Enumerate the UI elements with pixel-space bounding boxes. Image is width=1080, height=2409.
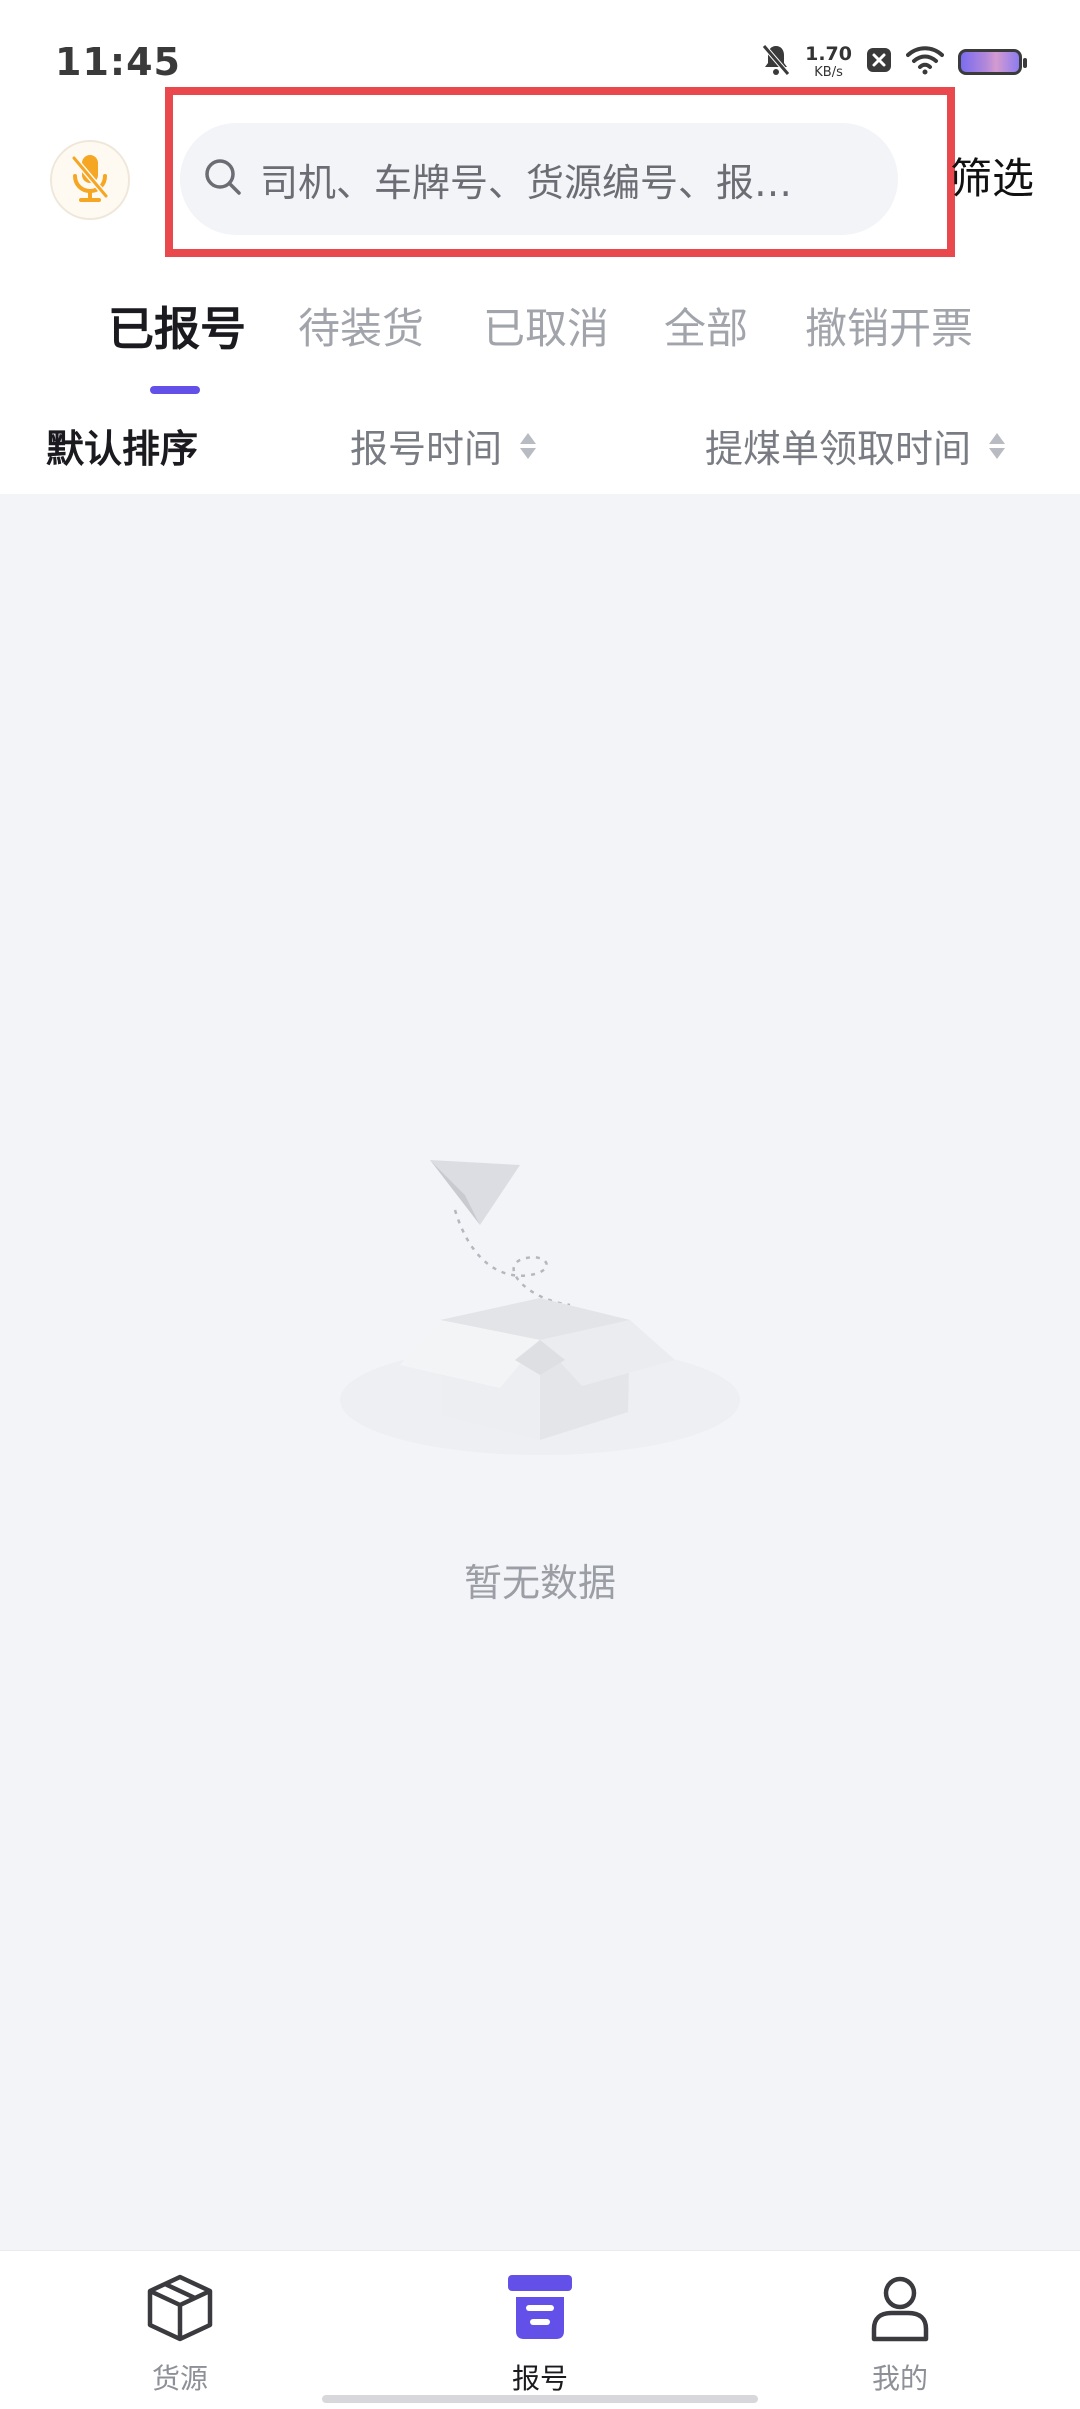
bottom-navigation: 货源 报号 我的 [0, 2250, 1080, 2409]
filter-button[interactable]: 筛选 [950, 145, 1034, 206]
status-time: 11:45 [55, 40, 181, 84]
user-icon [864, 2273, 936, 2347]
tab-cancelled[interactable]: 已取消 [483, 295, 609, 356]
nav-label-report: 报号 [511, 2362, 568, 2395]
report-icon [504, 2273, 576, 2347]
bell-muted-icon [761, 43, 791, 81]
tab-reported[interactable]: 已报号 [108, 293, 246, 359]
home-indicator[interactable] [322, 2395, 758, 2403]
empty-state-text: 暂无数据 [463, 1561, 616, 1605]
sort-arrows-icon [520, 432, 537, 459]
speed-value: 1.70 [805, 43, 852, 65]
tab-revoke-invoice[interactable]: 撤销开票 [805, 295, 973, 356]
status-tabs: 已报号 待装货 已取消 全部 撤销开票 [0, 295, 1080, 385]
status-icons: 1.70 KB/s [761, 42, 1027, 82]
speed-unit: KB/s [814, 65, 843, 80]
nav-item-cargo[interactable]: 货源 [100, 2273, 260, 2397]
sort-report-time[interactable]: 报号时间 [350, 418, 537, 473]
tab-all[interactable]: 全部 [664, 295, 748, 356]
nav-item-mine[interactable]: 我的 [820, 2273, 980, 2397]
close-box-icon [866, 47, 892, 77]
mic-muted-icon [68, 152, 112, 208]
network-speed: 1.70 KB/s [805, 43, 852, 80]
sort-pickup-time[interactable]: 提煤单领取时间 [705, 418, 1006, 473]
sort-default-label: 默认排序 [46, 427, 199, 471]
nav-label-cargo: 货源 [151, 2362, 208, 2395]
sort-pickup-time-label: 提煤单领取时间 [705, 427, 972, 471]
nav-label-mine: 我的 [871, 2362, 928, 2395]
sort-default[interactable]: 默认排序 [46, 418, 198, 473]
tab-pending-loading[interactable]: 待装货 [298, 295, 424, 356]
active-tab-indicator [150, 386, 200, 394]
battery-icon [958, 49, 1027, 75]
sort-bar: 默认排序 报号时间 提煤单领取时间 [0, 418, 1080, 478]
wifi-icon [906, 45, 944, 79]
search-highlight-frame [165, 87, 955, 257]
nav-item-report[interactable]: 报号 [460, 2273, 620, 2397]
voice-input-button[interactable] [50, 140, 130, 220]
sort-arrows-icon [989, 432, 1006, 459]
box-icon [144, 2273, 216, 2347]
empty-box-paper-plane-icon [330, 1150, 750, 1480]
sort-report-time-label: 报号时间 [350, 427, 503, 471]
